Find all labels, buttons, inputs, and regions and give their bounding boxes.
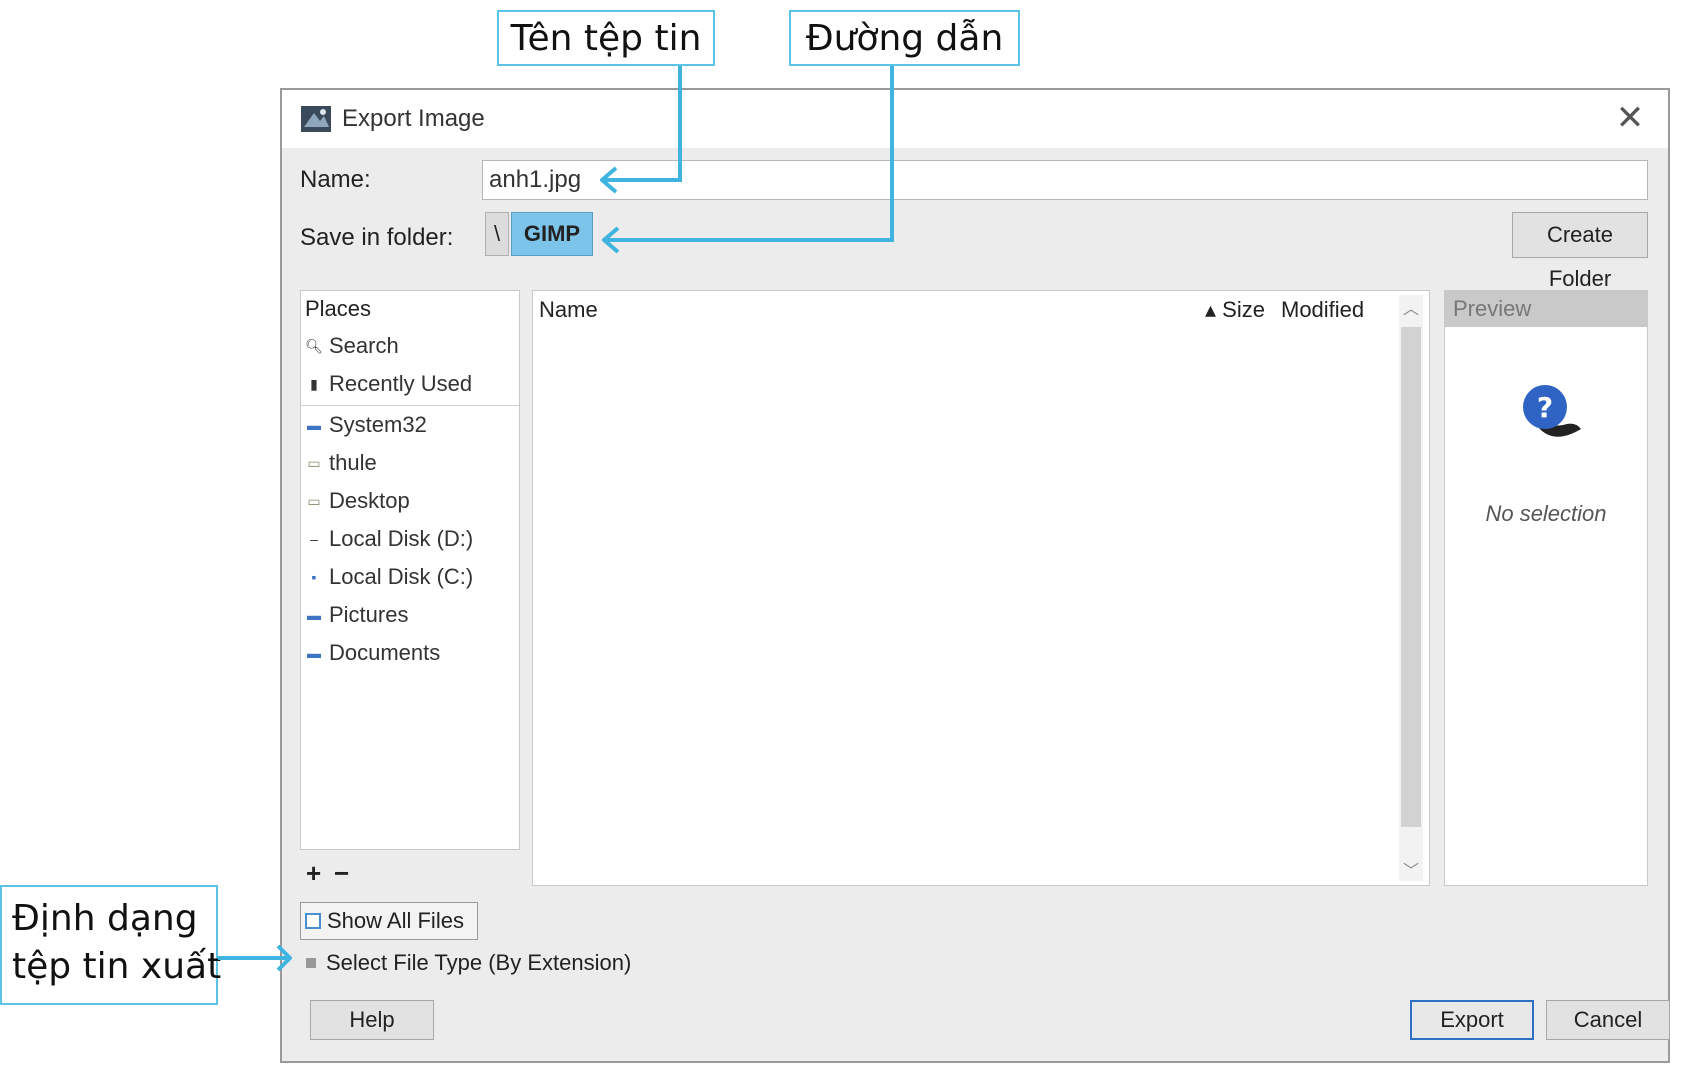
callout-filename-text: Tên tệp tin [510,17,702,59]
path-current-folder-button[interactable]: GIMP [511,212,593,256]
add-place-button[interactable]: + [306,858,321,889]
close-icon[interactable]: ✕ [1608,96,1652,140]
scrollbar-thumb[interactable] [1401,327,1421,827]
search-icon: 🔍︎ [305,337,323,354]
folder-icon: ▬ [307,645,321,661]
export-image-dialog: Export Image ✕ Name: Save in folder: \ G… [280,88,1670,1063]
places-header: Places [305,296,372,321]
place-label: Local Disk (C:) [329,564,474,589]
place-pictures[interactable]: ▬ Pictures [301,596,519,634]
place-label: Search [329,333,399,358]
select-file-type-label: Select File Type (By Extension) [326,950,632,975]
create-folder-button[interactable]: Create Folder [1512,212,1648,291]
question-icon: ? [1523,385,1581,437]
callout-path: Đường dẫn [789,10,1020,66]
place-label: thule [329,450,377,475]
scroll-up-icon[interactable]: ︿ [1399,295,1423,319]
place-search[interactable]: 🔍︎ Search [301,327,519,365]
preview-header: Preview [1445,291,1647,327]
preview-panel: Preview ? No selection [1444,290,1648,886]
checkbox-icon[interactable] [305,913,321,929]
callout-filename: Tên tệp tin [497,10,715,66]
folder-icon: ▬ [307,607,321,623]
dialog-title: Export Image [342,105,485,132]
drive-icon: – [310,531,318,547]
titlebar: Export Image ✕ [282,90,1668,148]
place-label: Local Disk (D:) [329,526,474,551]
export-button[interactable]: Export [1410,1000,1534,1040]
expander-icon[interactable] [306,958,316,968]
place-recently-used[interactable]: ▮ Recently Used [301,365,519,403]
place-label: Documents [329,640,441,665]
name-label: Name: [300,166,371,193]
place-local-disk-c[interactable]: ▪ Local Disk (C:) [301,558,519,596]
place-thule[interactable]: ▭ thule [301,444,519,482]
folder-icon: ▭ [307,492,321,509]
help-button[interactable]: Help [310,1000,434,1040]
show-all-files-checkbox[interactable]: Show All Files [300,902,478,940]
drive-icon: ▪ [311,569,317,585]
no-selection-text: No selection [1485,501,1607,526]
cancel-button[interactable]: Cancel [1546,1000,1670,1040]
save-in-folder-label: Save in folder: [300,224,454,251]
folder-icon: ▬ [307,417,321,433]
column-header-size[interactable]: ▴ Size [1205,297,1265,323]
callout-format: Định dạng tệp tin xuất [0,885,221,1005]
scroll-down-icon[interactable]: ﹀ [1399,857,1423,881]
column-header-modified[interactable]: Modified [1281,297,1364,323]
column-header-name[interactable]: Name [539,297,598,323]
file-list[interactable]: Name ▴ Size Modified ︿ ﹀ [532,290,1430,886]
gimp-app-icon [301,106,331,132]
path-root-button[interactable]: \ [485,212,509,256]
select-file-type-expander[interactable]: Select File Type (By Extension) [306,950,631,976]
place-system32[interactable]: ▬ System32 [301,405,519,444]
remove-place-button[interactable]: − [334,858,349,889]
place-documents[interactable]: ▬ Documents [301,634,519,672]
place-label: Pictures [329,602,409,627]
place-label: Recently Used [329,371,473,396]
place-desktop[interactable]: ▭ Desktop [301,482,519,520]
filename-input[interactable] [482,160,1648,200]
place-label: System32 [329,412,427,437]
recent-icon: ▮ [310,375,318,392]
places-panel: Places 🔍︎ Search ▮ Recently Used ▬ System32… [300,290,520,850]
place-local-disk-d[interactable]: – Local Disk (D:) [301,520,519,558]
show-all-files-label: Show All Files [327,908,464,933]
svg-text:?: ? [1537,391,1553,424]
folder-icon: ▭ [307,454,321,471]
place-label: Desktop [329,488,410,513]
callout-path-text: Đường dẫn [805,17,1004,59]
